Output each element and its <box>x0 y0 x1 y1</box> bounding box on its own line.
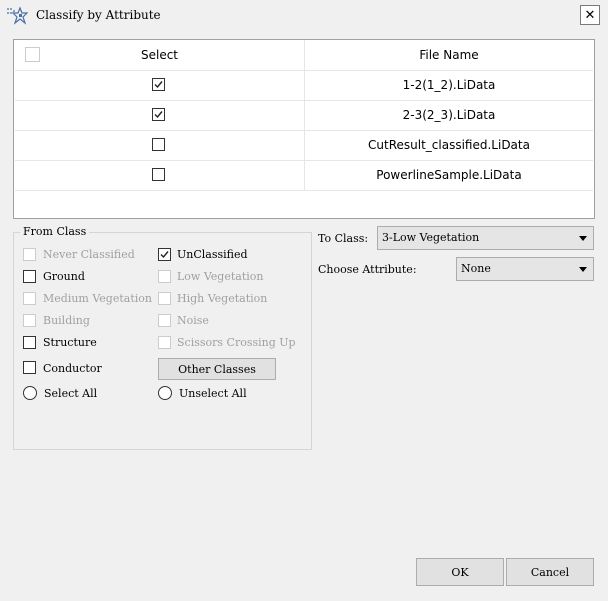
file-name-cell: CutResult_classified.LiData <box>368 138 530 152</box>
file-table: Select File Name 1-2(1_2).LiData 2-3(2_3… <box>13 39 595 219</box>
building-checkbox[interactable] <box>23 314 36 327</box>
app-icon <box>7 6 29 25</box>
row-checkbox[interactable] <box>152 138 165 151</box>
choose-attribute-value: None <box>461 262 491 275</box>
file-name-cell: 2-3(2_3).LiData <box>402 108 496 122</box>
choose-attribute-dropdown[interactable]: None <box>456 257 594 281</box>
medium-vegetation-label: Medium Vegetation <box>43 292 152 305</box>
structure-checkbox[interactable] <box>23 336 36 349</box>
file-name-cell: PowerlineSample.LiData <box>376 168 522 182</box>
header-select-cell: Select <box>15 40 305 70</box>
noise-label: Noise <box>177 314 209 327</box>
row-checkbox[interactable] <box>152 108 165 121</box>
ok-button[interactable]: OK <box>416 558 504 586</box>
cancel-button[interactable]: Cancel <box>506 558 594 586</box>
to-class-value: 3-Low Vegetation <box>382 231 480 244</box>
structure-label: Structure <box>43 336 97 349</box>
row-checkbox[interactable] <box>152 168 165 181</box>
check-icon <box>154 111 163 119</box>
unselect-all-label: Unselect All <box>179 387 247 400</box>
ground-label: Ground <box>43 270 85 283</box>
table-row[interactable]: PowerlineSample.LiData <box>15 160 593 191</box>
building-label: Building <box>43 314 90 327</box>
noise-checkbox[interactable] <box>158 314 171 327</box>
chevron-down-icon <box>579 236 587 241</box>
to-class-dropdown[interactable]: 3-Low Vegetation <box>377 226 594 250</box>
close-button[interactable]: ✕ <box>580 5 600 25</box>
check-icon <box>160 251 169 259</box>
file-name-cell: 1-2(1_2).LiData <box>402 78 496 92</box>
header-select: Select <box>140 48 179 62</box>
unselect-all-radio[interactable] <box>158 386 172 400</box>
chevron-down-icon <box>579 267 587 272</box>
other-classes-button[interactable]: Other Classes <box>158 358 276 380</box>
scissors-crossing-up-label: Scissors Crossing Up <box>177 336 296 349</box>
select-cell <box>15 70 305 100</box>
ground-checkbox[interactable] <box>23 270 36 283</box>
conductor-label: Conductor <box>43 362 102 375</box>
row-checkbox[interactable] <box>152 78 165 91</box>
select-cell <box>15 100 305 130</box>
never-classified-checkbox[interactable] <box>23 248 36 261</box>
table-row[interactable]: 1-2(1_2).LiData <box>15 70 593 101</box>
unclassified-checkbox[interactable] <box>158 248 171 261</box>
choose-attribute-label: Choose Attribute: <box>318 263 417 276</box>
table-header: Select File Name <box>15 40 593 71</box>
high-vegetation-label: High Vegetation <box>177 292 268 305</box>
select-all-radio[interactable] <box>23 386 37 400</box>
conductor-checkbox[interactable] <box>23 361 36 374</box>
window-title: Classify by Attribute <box>36 8 161 22</box>
table-row[interactable]: 2-3(2_3).LiData <box>15 100 593 131</box>
scissors-crossing-up-checkbox[interactable] <box>158 336 171 349</box>
from-class-legend: From Class <box>20 225 90 238</box>
high-vegetation-checkbox[interactable] <box>158 292 171 305</box>
header-file-name: File Name <box>419 48 479 62</box>
select-cell <box>15 160 305 190</box>
low-vegetation-checkbox[interactable] <box>158 270 171 283</box>
select-all-label: Select All <box>44 387 98 400</box>
low-vegetation-label: Low Vegetation <box>177 270 264 283</box>
check-icon <box>154 81 163 89</box>
table-row[interactable]: CutResult_classified.LiData <box>15 130 593 161</box>
select-cell <box>15 130 305 160</box>
to-class-label: To Class: <box>318 232 369 245</box>
never-classified-label: Never Classified <box>43 248 135 261</box>
unclassified-label: UnClassified <box>177 248 248 261</box>
medium-vegetation-checkbox[interactable] <box>23 292 36 305</box>
